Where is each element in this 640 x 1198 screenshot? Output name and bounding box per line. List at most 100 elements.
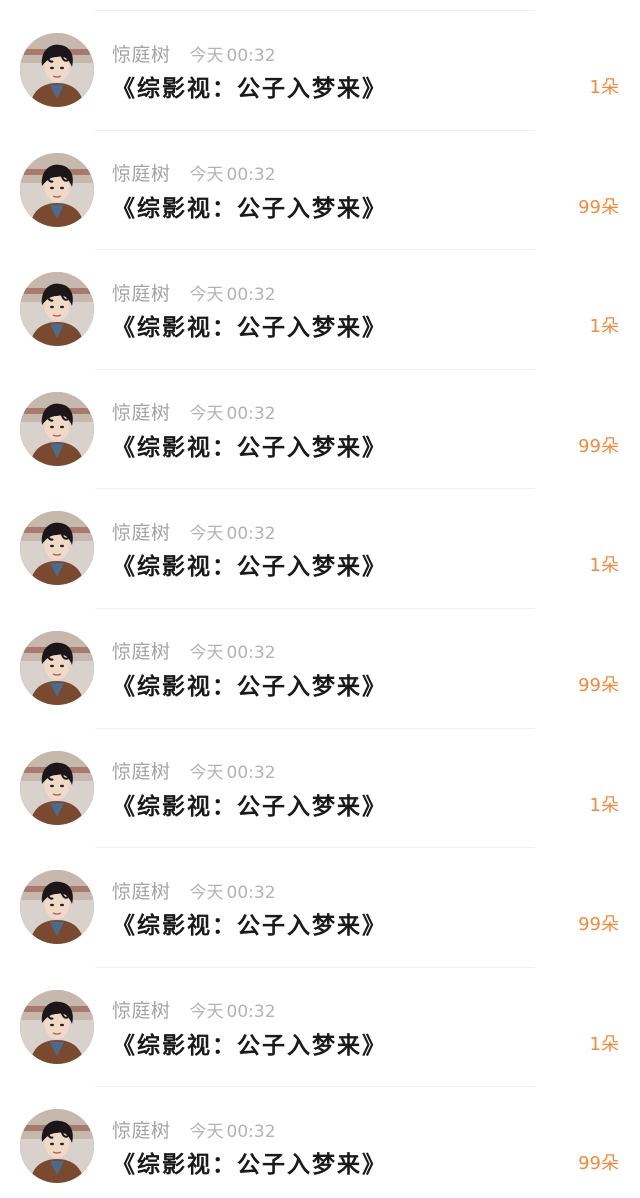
timestamp-time: 00:32 — [226, 1121, 276, 1142]
timestamp: 今天 00:32 — [190, 997, 276, 1022]
user-avatar-photo-icon — [20, 33, 94, 107]
gift-amount: 99朵 — [578, 193, 619, 219]
book-title[interactable]: 《综影视：公子入梦来》 — [112, 308, 387, 342]
timestamp: 今天 00:32 — [190, 758, 276, 783]
user-name[interactable]: 惊庭树 — [112, 757, 171, 784]
gift-amount-unit: 朵 — [601, 77, 619, 98]
gift-amount-value: 99 — [578, 674, 601, 696]
list-item[interactable]: 惊庭树 今天 00:32 《综影视：公子入梦来》 99朵 — [0, 1087, 640, 1198]
timestamp-time: 00:32 — [226, 523, 276, 544]
gift-amount: 1朵 — [590, 791, 619, 817]
timestamp-time: 00:32 — [226, 1002, 276, 1023]
user-name[interactable]: 惊庭树 — [112, 637, 171, 664]
timestamp-day: 今天 — [189, 763, 224, 784]
timestamp-time: 00:32 — [226, 643, 276, 664]
list-item[interactable]: 惊庭树 今天 00:32 《综影视：公子入梦来》 1朵 — [0, 729, 640, 849]
gift-amount-unit: 朵 — [601, 1033, 619, 1055]
list-item[interactable]: 惊庭树 今天 00:32 《综影视：公子入梦来》 1朵 — [0, 250, 640, 370]
gift-amount: 99朵 — [578, 671, 619, 697]
user-name[interactable]: 惊庭树 — [112, 1116, 171, 1143]
list-item[interactable]: 惊庭树 今天 00:32 《综影视：公子入梦来》 99朵 — [0, 848, 640, 968]
item-meta: 惊庭树 今天 00:32 — [112, 638, 276, 664]
user-avatar-photo-icon — [20, 391, 94, 466]
gift-amount-value: 99 — [578, 196, 601, 218]
timestamp-day: 今天 — [189, 45, 224, 66]
gift-amount: 1朵 — [590, 73, 619, 99]
avatar[interactable] — [20, 272, 94, 347]
item-meta: 惊庭树 今天 00:32 — [112, 518, 276, 544]
gift-amount-unit: 朵 — [601, 316, 619, 338]
avatar[interactable] — [20, 989, 94, 1064]
gift-amount-value: 99 — [578, 914, 601, 936]
avatar[interactable] — [20, 630, 94, 705]
book-title[interactable]: 《综影视：公子入梦来》 — [112, 1026, 387, 1060]
gift-amount-unit: 朵 — [601, 674, 619, 696]
item-meta: 惊庭树 今天 00:32 — [112, 279, 276, 305]
timestamp-time: 00:32 — [226, 45, 276, 66]
item-meta: 惊庭树 今天 00:32 — [112, 399, 276, 425]
book-title[interactable]: 《综影视：公子入梦来》 — [112, 667, 387, 701]
gift-amount-value: 1 — [589, 77, 601, 98]
user-avatar-photo-icon — [20, 750, 94, 825]
book-title[interactable]: 《综影视：公子入梦来》 — [112, 906, 387, 940]
user-avatar-photo-icon — [20, 630, 94, 705]
book-title[interactable]: 《综影视：公子入梦来》 — [112, 189, 387, 223]
user-name[interactable]: 惊庭树 — [112, 996, 171, 1023]
gift-amount: 99朵 — [578, 1149, 619, 1175]
list-item[interactable]: 惊庭树 今天 00:32 《综影视：公子入梦来》 1朵 — [0, 489, 640, 609]
timestamp: 今天 00:32 — [190, 1117, 276, 1142]
timestamp-day: 今天 — [189, 882, 224, 903]
user-avatar-photo-icon — [20, 152, 94, 227]
user-name[interactable]: 惊庭树 — [112, 159, 171, 186]
timestamp: 今天 00:32 — [190, 160, 276, 185]
avatar[interactable] — [20, 870, 94, 945]
avatar[interactable] — [20, 152, 94, 227]
gift-amount-unit: 朵 — [601, 1153, 619, 1175]
gift-amount-value: 1 — [589, 1033, 601, 1055]
avatar[interactable] — [20, 33, 94, 107]
timestamp-day: 今天 — [189, 643, 224, 664]
user-name[interactable]: 惊庭树 — [112, 877, 171, 904]
book-title[interactable]: 《综影视：公子入梦来》 — [112, 428, 387, 462]
avatar[interactable] — [20, 391, 94, 466]
list-item[interactable]: 惊庭树 今天 00:32 《综影视：公子入梦来》 99朵 — [0, 609, 640, 729]
timestamp: 今天 00:32 — [190, 280, 276, 305]
gift-amount-value: 99 — [578, 435, 601, 457]
book-title[interactable]: 《综影视：公子入梦来》 — [112, 787, 387, 821]
user-name[interactable]: 惊庭树 — [112, 279, 171, 306]
timestamp-day: 今天 — [189, 523, 224, 544]
book-title[interactable]: 《综影视：公子入梦来》 — [112, 547, 387, 581]
timestamp: 今天 00:32 — [190, 638, 276, 663]
list-item[interactable]: 惊庭树 今天 00:32 《综影视：公子入梦来》 99朵 — [0, 131, 640, 251]
avatar[interactable] — [20, 750, 94, 825]
list-item[interactable]: 惊庭树 今天 00:32 《综影视：公子入梦来》 1朵 — [0, 968, 640, 1088]
user-name[interactable]: 惊庭树 — [112, 518, 171, 545]
avatar[interactable] — [20, 511, 94, 586]
gift-amount-unit: 朵 — [601, 555, 619, 577]
item-meta: 惊庭树 今天 00:32 — [112, 40, 276, 66]
gift-amount: 99朵 — [578, 910, 619, 936]
list-item[interactable]: 惊庭树 今天 00:32 《综影视：公子入梦来》 1朵 — [0, 11, 640, 131]
book-title[interactable]: 《综影视：公子入梦来》 — [112, 1145, 387, 1179]
gift-amount-unit: 朵 — [601, 794, 619, 816]
avatar[interactable] — [20, 1109, 94, 1184]
timestamp-day: 今天 — [189, 284, 224, 305]
timestamp-time: 00:32 — [226, 284, 276, 305]
user-avatar-photo-icon — [20, 870, 94, 945]
gift-amount-unit: 朵 — [601, 914, 619, 936]
timestamp-time: 00:32 — [226, 763, 276, 784]
timestamp-time: 00:32 — [226, 165, 276, 186]
gift-amount-unit: 朵 — [601, 196, 619, 218]
book-title[interactable]: 《综影视：公子入梦来》 — [112, 69, 387, 103]
user-name[interactable]: 惊庭树 — [112, 40, 171, 67]
gift-amount: 1朵 — [590, 1030, 619, 1056]
gift-amount: 1朵 — [590, 551, 619, 577]
user-avatar-photo-icon — [20, 511, 94, 586]
list-item[interactable]: 惊庭树 今天 00:32 《综影视：公子入梦来》 99朵 — [0, 370, 640, 490]
user-name[interactable]: 惊庭树 — [112, 398, 171, 425]
item-meta: 惊庭树 今天 00:32 — [112, 877, 276, 903]
item-meta: 惊庭树 今天 00:32 — [112, 160, 276, 186]
timestamp-day: 今天 — [189, 165, 224, 186]
user-avatar-photo-icon — [20, 272, 94, 347]
gift-amount: 1朵 — [590, 312, 619, 338]
